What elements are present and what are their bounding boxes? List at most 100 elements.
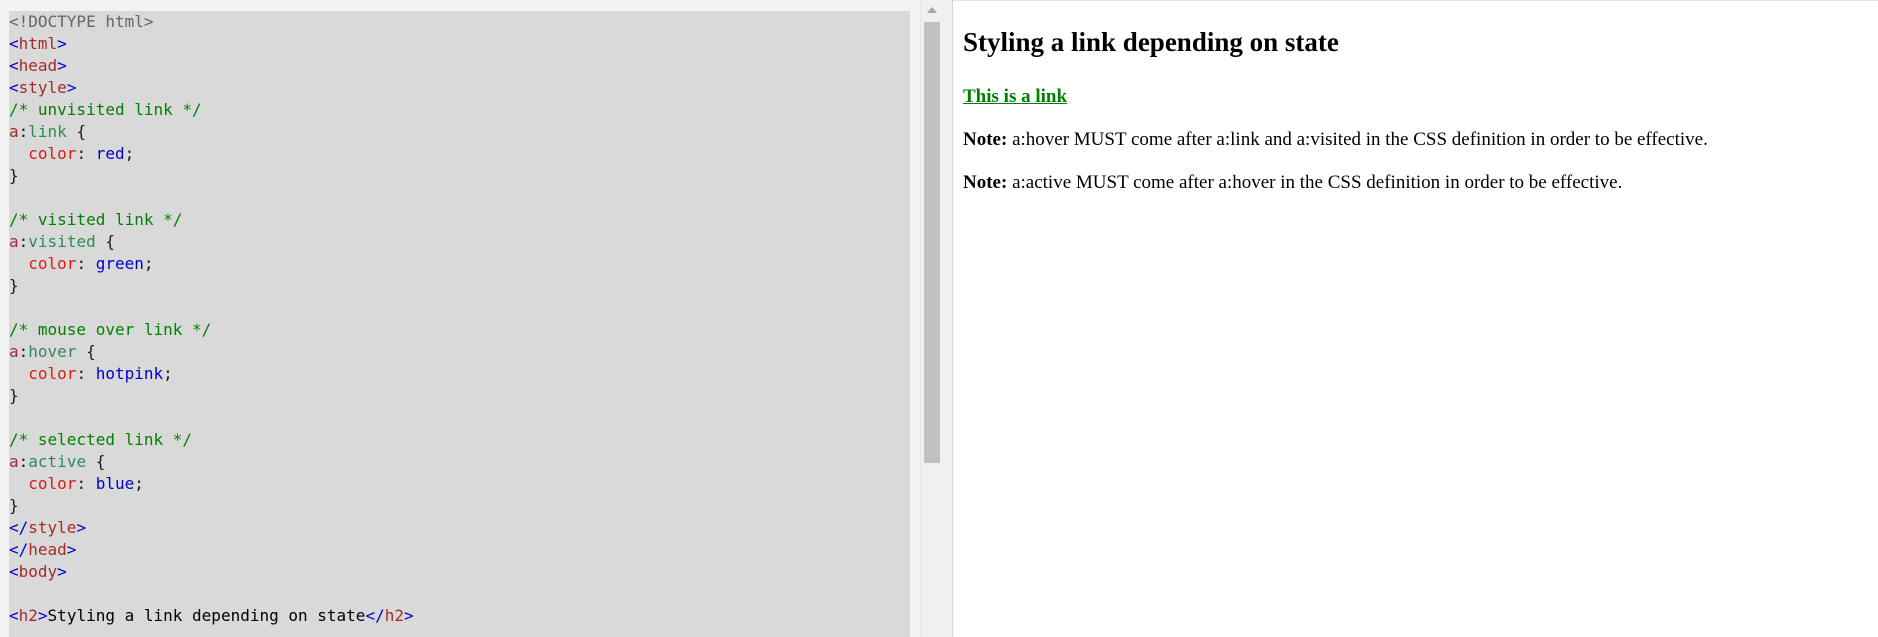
code-token: color xyxy=(28,254,77,273)
code-token: { xyxy=(66,122,87,141)
code-token: a xyxy=(9,232,19,251)
code-token: head xyxy=(28,540,67,559)
code-pane: <!DOCTYPE html> <html> <head> <style>/* unv… xyxy=(0,0,920,637)
code-token: a xyxy=(9,342,19,361)
code-token: { xyxy=(76,342,96,361)
code-content[interactable]: <!DOCTYPE html> <html> <head> <style>/* unv… xyxy=(9,11,910,627)
code-token: < xyxy=(9,56,19,75)
code-token: < xyxy=(9,78,19,97)
code-line: color: red; xyxy=(9,143,910,165)
code-token: < xyxy=(9,562,19,581)
code-token: > xyxy=(37,606,48,625)
sample-link[interactable]: This is a link xyxy=(963,86,1067,108)
code-token: red xyxy=(95,144,125,163)
note-text: a:active MUST come after a:hover in the … xyxy=(1007,172,1623,193)
code-token: h2 xyxy=(18,606,38,625)
code-line: ​ xyxy=(9,187,910,209)
code-token: ; xyxy=(124,144,135,163)
code-token: > xyxy=(66,78,77,97)
code-line: color: blue; xyxy=(9,473,910,495)
note-label: Note: xyxy=(963,129,1008,150)
editor-scrollbar[interactable] xyxy=(920,0,944,637)
code-line: <body> xyxy=(9,561,910,583)
code-token: > xyxy=(403,606,414,625)
code-line: ​ xyxy=(9,407,910,429)
code-line: color: hotpink; xyxy=(9,363,910,385)
code-token: : xyxy=(18,122,29,141)
code-line: ​ xyxy=(9,583,910,605)
code-token: < xyxy=(9,606,19,625)
code-line: ​ xyxy=(9,297,910,319)
code-line: <style> xyxy=(9,77,910,99)
code-token: > xyxy=(57,34,67,53)
code-line: /* visited link */ xyxy=(9,209,910,231)
code-token: style xyxy=(28,518,77,537)
code-token: </ xyxy=(9,518,29,537)
scrollbar-thumb[interactable] xyxy=(924,22,940,463)
code-token: /* unvisited link */ xyxy=(9,100,202,119)
code-token: /* mouse over link */ xyxy=(9,320,212,339)
code-token: </ xyxy=(9,540,29,559)
code-token: < xyxy=(9,34,19,53)
code-token: hotpink xyxy=(95,364,164,383)
code-token: head xyxy=(18,56,58,75)
code-token: Styling a link depending on state xyxy=(47,606,366,625)
code-line: /* unvisited link */ xyxy=(9,99,910,121)
code-token: blue xyxy=(95,474,135,493)
code-token: } xyxy=(9,276,19,295)
code-token: > xyxy=(76,518,87,537)
result-preview: Styling a link depending on state This i… xyxy=(953,0,1878,637)
code-line: <h2>Styling a link depending on state</h… xyxy=(9,605,910,627)
code-token: a xyxy=(9,122,19,141)
code-token: style xyxy=(18,78,67,97)
code-line: color: green; xyxy=(9,253,910,275)
note-active: Note: a:active MUST come after a:hover i… xyxy=(963,172,1622,194)
code-token: > xyxy=(57,56,67,75)
code-token: green xyxy=(95,254,144,273)
code-token: </ xyxy=(365,606,385,625)
code-token: body xyxy=(18,562,58,581)
code-token: > xyxy=(66,540,77,559)
code-token: <!DOCTYPE html> xyxy=(9,12,154,31)
code-token: : xyxy=(18,452,29,471)
code-line: a:active { xyxy=(9,451,910,473)
code-line: } xyxy=(9,495,910,517)
code-token: { xyxy=(86,452,106,471)
pane-divider[interactable] xyxy=(943,0,953,637)
code-token: } xyxy=(9,386,19,405)
code-token: : xyxy=(18,342,29,361)
code-token: color xyxy=(28,364,77,383)
code-line: /* mouse over link */ xyxy=(9,319,910,341)
code-token: /* selected link */ xyxy=(9,430,193,449)
scroll-up-arrow-icon[interactable] xyxy=(927,7,937,13)
code-token: /* visited link */ xyxy=(9,210,183,229)
code-token: visited xyxy=(28,232,96,251)
code-token: color xyxy=(28,474,77,493)
code-line: a:link { xyxy=(9,121,910,143)
code-line: } xyxy=(9,275,910,297)
note-text: a:hover MUST come after a:link and a:vis… xyxy=(1007,129,1708,150)
code-token: } xyxy=(9,166,19,185)
code-editor[interactable]: <!DOCTYPE html> <html> <head> <style>/* unv… xyxy=(9,11,910,637)
code-token: hover xyxy=(28,342,77,361)
code-token: { xyxy=(95,232,115,251)
code-token: html xyxy=(18,34,58,53)
code-token: link xyxy=(28,122,67,141)
code-line: <head> xyxy=(9,55,910,77)
code-line: </head> xyxy=(9,539,910,561)
code-token: : xyxy=(18,232,29,251)
code-token: ; xyxy=(134,474,144,493)
code-line: /* selected link */ xyxy=(9,429,910,451)
code-token: color xyxy=(28,144,77,163)
code-token: active xyxy=(28,452,87,471)
page-title: Styling a link depending on state xyxy=(963,27,1339,57)
code-token: } xyxy=(9,496,19,515)
code-token: : xyxy=(76,144,96,163)
code-line: <!DOCTYPE html> xyxy=(9,11,910,33)
code-line: a:visited { xyxy=(9,231,910,253)
code-token: > xyxy=(57,562,67,581)
